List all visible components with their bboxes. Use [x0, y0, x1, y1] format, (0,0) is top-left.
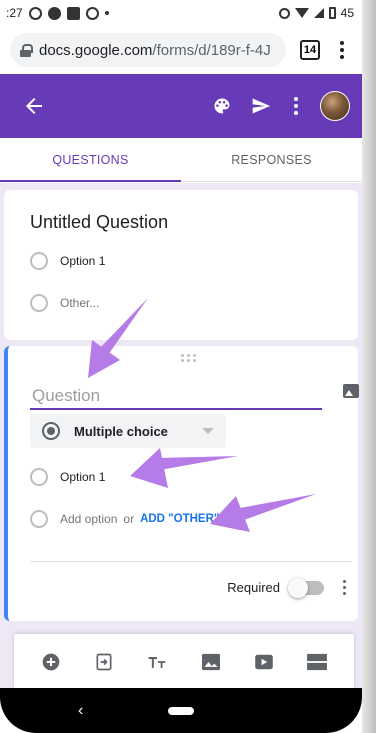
question-card-active[interactable]: Multiple choice Option 1 Add option or A… [4, 346, 359, 621]
form-bottom-toolbar [14, 634, 354, 690]
more-notifications-icon [104, 11, 109, 15]
card-more-options-icon[interactable] [340, 580, 348, 595]
divider [30, 561, 352, 562]
battery-level: 45 [340, 6, 354, 20]
gmail-icon [66, 6, 80, 20]
radio-icon [30, 252, 48, 270]
radio-checked-icon [42, 422, 60, 440]
add-image-icon[interactable] [343, 384, 359, 398]
required-toggle[interactable] [288, 577, 324, 598]
question-input-wrapper [30, 384, 322, 410]
add-option-row: Add option or ADD "OTHER" [30, 510, 219, 528]
tab-questions[interactable]: QUESTIONS [0, 138, 181, 182]
phone-icon [47, 6, 61, 20]
required-label: Required [227, 580, 280, 595]
question-type-label: Multiple choice [74, 423, 168, 439]
radio-icon [30, 294, 48, 312]
tab-responses[interactable]: RESPONSES [181, 138, 362, 181]
signal-icon [313, 8, 324, 18]
send-icon[interactable] [250, 96, 272, 116]
option-row: Option 1 [30, 252, 105, 270]
add-other-link[interactable]: ADD "OTHER" [140, 513, 219, 525]
forms-app-bar [0, 74, 362, 138]
question-title-input[interactable] [30, 384, 322, 408]
status-bar: :27 45 [0, 0, 362, 26]
add-option-link[interactable]: Add option [60, 512, 117, 526]
instagram-icon [85, 6, 99, 20]
more-options-icon[interactable] [290, 97, 302, 115]
option-row[interactable]: Option 1 [30, 468, 105, 486]
required-row: Required [227, 577, 348, 598]
question-title: Untitled Question [30, 212, 169, 232]
alarm-icon [278, 7, 290, 19]
chevron-down-icon [202, 428, 214, 434]
tab-switcher-button[interactable]: 14 [300, 40, 320, 60]
import-questions-icon[interactable] [91, 649, 117, 675]
status-time: :27 [6, 6, 23, 20]
back-arrow-icon[interactable] [22, 94, 46, 118]
system-nav-bar: ‹ [0, 688, 362, 733]
add-question-icon[interactable] [38, 649, 64, 675]
option-label: Option 1 [60, 470, 106, 484]
add-image-icon[interactable] [198, 649, 224, 675]
phone-screen: :27 45 docs.google.com/forms/d/189r-f-4J… [0, 0, 376, 733]
whatsapp-icon [28, 6, 42, 20]
add-title-icon[interactable] [144, 649, 170, 675]
question-type-dropdown[interactable]: Multiple choice [30, 414, 226, 448]
form-tabs: QUESTIONS RESPONSES [0, 138, 362, 182]
wifi-icon [294, 8, 309, 18]
browser-toolbar: docs.google.com/forms/d/189r-f-4J 14 [0, 26, 362, 74]
radio-icon [30, 468, 48, 486]
palette-icon[interactable] [212, 96, 232, 116]
device-edge [362, 0, 376, 733]
question-card-untitled[interactable]: Untitled Question Option 1 Other... [4, 190, 358, 340]
avatar[interactable] [320, 91, 350, 121]
battery-icon [328, 7, 336, 19]
radio-icon [30, 510, 48, 528]
add-video-icon[interactable] [251, 649, 277, 675]
other-option-label: Other... [60, 296, 100, 310]
address-bar[interactable]: docs.google.com/forms/d/189r-f-4J [10, 33, 286, 67]
nav-back-icon[interactable]: ‹ [78, 702, 83, 720]
other-option-row: Other... [30, 294, 99, 312]
drag-handle-icon[interactable] [181, 354, 197, 362]
nav-home-button[interactable] [168, 706, 194, 715]
lock-icon [20, 43, 33, 57]
url-text: docs.google.com/forms/d/189r-f-4J [39, 41, 271, 59]
option-label: Option 1 [60, 254, 106, 268]
or-label: or [123, 512, 135, 526]
browser-menu-button[interactable] [332, 41, 352, 59]
add-section-icon[interactable] [304, 649, 330, 675]
